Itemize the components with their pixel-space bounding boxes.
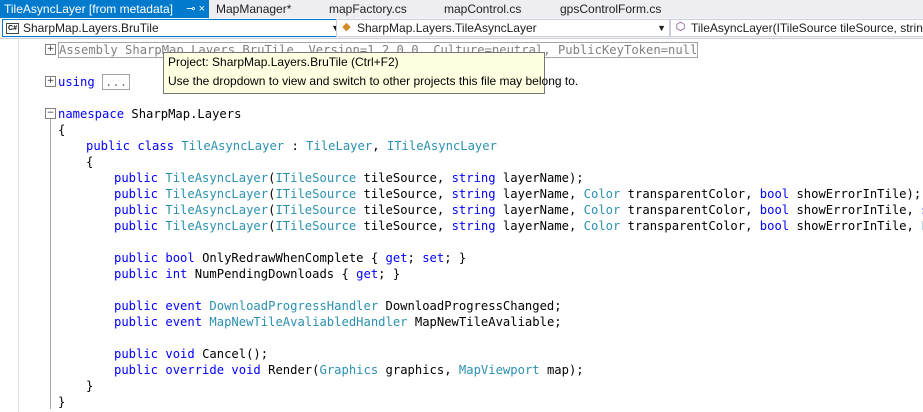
tooltip-title: Project: SharpMap.Layers.BruTile (Ctrl+F… xyxy=(168,55,399,69)
tab-mapmanager[interactable]: MapManager* xyxy=(216,0,291,18)
brace: } xyxy=(58,395,66,409)
tab-label: mapFactory.cs xyxy=(329,2,407,16)
punct: : xyxy=(284,139,307,153)
tab-label: gpsControlForm.cs xyxy=(560,2,662,16)
base-type: ITileAsyncLayer xyxy=(386,139,497,153)
editor-margin xyxy=(18,39,19,412)
tab-mapfactory[interactable]: mapFactory.cs xyxy=(329,0,407,18)
project-dropdown[interactable]: C# SharpMap.Layers.BruTile ▼ xyxy=(2,19,344,37)
using-collapsed[interactable]: ... xyxy=(102,74,131,90)
tab-buttons: ⊸ × xyxy=(186,0,205,18)
code-line-event: public event DownloadProgressHandler Dow… xyxy=(114,299,562,313)
code-line-namespace: namespace SharpMap.Layers xyxy=(58,106,241,122)
brace: { xyxy=(58,123,66,137)
brace: { xyxy=(86,155,94,169)
brace: } xyxy=(86,379,94,393)
code-line-brace: { xyxy=(86,154,93,170)
navigation-bar: C# SharpMap.Layers.BruTile ▼ ◆ SharpMap.… xyxy=(0,18,923,39)
type-dropdown-value: SharpMap.Layers.TileAsyncLayer xyxy=(357,21,537,35)
code-line-event: public event MapNewTileAvaliabledHandler… xyxy=(114,315,562,329)
class-icon: ◆ xyxy=(342,21,351,33)
project-tooltip: Project: SharpMap.Layers.BruTile (Ctrl+F… xyxy=(163,52,579,94)
class-name: TileAsyncLayer xyxy=(181,139,285,153)
collapse-icon[interactable]: − xyxy=(45,108,56,119)
code-line-property: public bool OnlyRedrawWhenComplete { get… xyxy=(114,251,467,265)
member-dropdown-value: TileAsyncLayer(ITileSource tileSource, s… xyxy=(691,21,923,35)
code-line-ctor: public TileAsyncLayer(ITileSource tileSo… xyxy=(114,203,923,217)
keyword: using xyxy=(58,75,95,89)
tooltip-body: Use the dropdown to view and switch to o… xyxy=(168,74,579,88)
code-line-using: using ... xyxy=(58,74,131,90)
tab-tileasynclayer[interactable]: TileAsyncLayer [from metadata] ⊸ × xyxy=(0,0,209,18)
close-icon[interactable]: × xyxy=(199,3,205,15)
csharp-project-icon: C# xyxy=(6,23,19,34)
outline-guide xyxy=(50,119,51,409)
code-line-ctor: public TileAsyncLayer(ITileSource tileSo… xyxy=(114,171,584,185)
code-line-ctor: public TileAsyncLayer(ITileSource tileSo… xyxy=(114,187,922,201)
member-dropdown[interactable]: ⬡ TileAsyncLayer(ITileSource tileSource,… xyxy=(670,19,923,37)
expand-icon[interactable]: + xyxy=(45,44,56,55)
method-icon: ⬡ xyxy=(675,21,686,33)
code-line-brace: { xyxy=(58,122,65,138)
code-line-method: public override void Render(Graphics gra… xyxy=(114,363,584,377)
pin-icon[interactable]: ⊸ xyxy=(186,3,195,15)
code-line-brace: } xyxy=(86,378,93,394)
tab-label: mapControl.cs xyxy=(444,2,522,16)
project-dropdown-value: SharpMap.Layers.BruTile xyxy=(23,21,159,35)
chevron-down-icon: ▼ xyxy=(657,23,666,33)
tab-label: MapManager* xyxy=(216,2,292,16)
tab-mapcontrol[interactable]: mapControl.cs xyxy=(444,0,521,18)
expand-icon[interactable]: + xyxy=(45,76,56,87)
code-line-class: public class TileAsyncLayer : TileLayer,… xyxy=(86,138,497,154)
tab-gpscontrolform[interactable]: gpsControlForm.cs xyxy=(560,0,661,18)
code-line-method: public void Cancel(); xyxy=(114,347,269,361)
keyword: public class xyxy=(86,139,182,153)
keyword: namespace xyxy=(58,107,125,121)
punct: , xyxy=(372,139,387,153)
namespace-name: SharpMap.Layers xyxy=(124,107,242,121)
document-tab-bar: TileAsyncLayer [from metadata] ⊸ × MapMa… xyxy=(0,0,923,18)
base-type: TileLayer xyxy=(306,139,373,153)
code-line-ctor: public TileAsyncLayer(ITileSource tileSo… xyxy=(114,219,923,233)
code-editor[interactable]: + + − Assembly SharpMap.Layers.BruTile, … xyxy=(0,39,923,412)
code-line-property: public int NumPendingDownloads { get; } xyxy=(114,267,401,281)
tab-label: TileAsyncLayer [from metadata] xyxy=(4,2,173,16)
code-line-brace: } xyxy=(58,394,65,410)
type-dropdown[interactable]: ◆ SharpMap.Layers.TileAsyncLayer ▼ xyxy=(336,19,670,37)
